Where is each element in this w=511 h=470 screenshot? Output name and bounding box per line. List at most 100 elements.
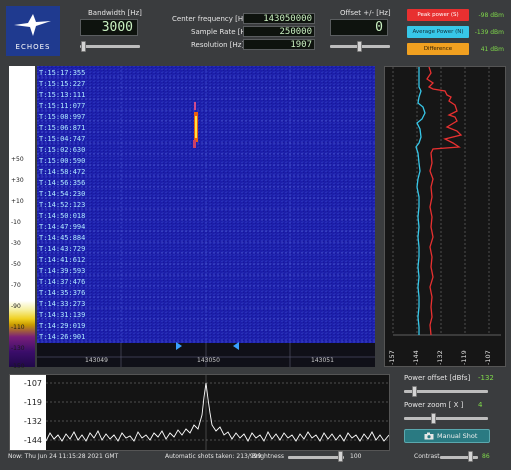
average-power-value: -139 dBm [474, 29, 504, 36]
power-zoom-slider-thumb[interactable] [431, 413, 436, 424]
bandwidth-display: 3000 [80, 19, 138, 36]
timestamp-label: T:14:33:273 [39, 300, 86, 308]
timestamp-label: T:14:45:884 [39, 234, 86, 242]
frequency-tick-label: 143049 [85, 357, 108, 364]
power-plot-tick-label: -157 [388, 350, 396, 365]
center-frequency-label: Center frequency [Hz] [172, 15, 250, 23]
brightness-value: 100 [350, 453, 362, 460]
average-power-legend: Average Power (N) [407, 26, 469, 38]
power-plot: -157 -144 -132 -119 -107 [384, 66, 506, 367]
offset-label: Offset +/- [Hz] [340, 9, 391, 17]
waterfall-svg [37, 66, 375, 367]
colorbar-tick-label: -10 [11, 219, 21, 226]
colorbar-tick-label: -50 [11, 261, 21, 268]
power-zoom-label: Power zoom [ X ] [404, 401, 464, 409]
bandwidth-label: Bandwidth [Hz] [88, 9, 142, 17]
power-plot-tick-label: -119 [460, 350, 468, 365]
average-power-trace [415, 67, 426, 335]
spectrum-y-tick-label: -144 [23, 436, 42, 445]
colorbar-tick-label: -70 [11, 282, 21, 289]
peak-power-trace [426, 67, 463, 336]
colorbar-tick-label: -90 [11, 303, 21, 310]
timestamp-label: T:14:50:018 [39, 212, 86, 220]
spectrum-svg [45, 375, 389, 450]
brightness-slider-track[interactable] [288, 456, 344, 459]
logo-comet-icon [14, 14, 51, 36]
logo-text: ECHOES [15, 43, 51, 51]
contrast-slider-thumb[interactable] [468, 451, 473, 462]
colorbar-tick-label: +50 [11, 156, 24, 163]
peak-power-value: -98 dBm [478, 12, 504, 19]
timestamp-label: T:15:11:077 [39, 102, 86, 110]
timestamp-label: T:14:26:901 [39, 333, 86, 341]
spectrum-y-tick-label: -132 [23, 417, 42, 426]
timestamp-label: T:15:13:111 [39, 91, 86, 99]
timestamp-label: T:14:35:376 [39, 289, 86, 297]
timestamp-label: T:15:00:590 [39, 157, 86, 165]
power-zoom-slider-track[interactable] [404, 417, 488, 420]
frequency-tick-label: 143051 [311, 357, 334, 364]
center-frequency-display: 143050000 [243, 13, 315, 24]
colorbar-tick-label: -110 [11, 324, 25, 331]
bandwidth-slider-track[interactable] [80, 45, 140, 48]
power-zoom-value: 4 [478, 401, 483, 409]
colorbar-tick-label: -130 [11, 345, 25, 352]
contrast-value: 86 [482, 453, 490, 460]
timestamp-label: T:14:43:729 [39, 245, 86, 253]
contrast-label: Contrast [414, 453, 440, 460]
status-automatic-shots: Automatic shots taken: 213/999 [165, 453, 262, 460]
timestamp-label: T:15:15:227 [39, 80, 86, 88]
power-offset-slider-thumb[interactable] [412, 386, 417, 397]
echoes-logo: ECHOES [6, 6, 60, 56]
manual-shot-label: Manual Shot [437, 432, 478, 440]
meteor-trace-faint [194, 102, 196, 110]
difference-value: 41 dBm [480, 46, 504, 53]
timestamp-label: T:15:02:630 [39, 146, 86, 154]
timestamp-label: T:15:17:355 [39, 69, 86, 77]
spectrum-y-tick-label: -107 [23, 379, 42, 388]
power-offset-value: -132 [478, 374, 494, 382]
resolution-label: Resolution [Hz] [191, 41, 245, 49]
power-plot-tick-label: -107 [484, 350, 492, 365]
timestamp-label: T:14:37:476 [39, 278, 86, 286]
timestamp-label: T:14:31:139 [39, 311, 86, 319]
offset-slider-thumb[interactable] [357, 41, 362, 52]
brightness-slider-thumb[interactable] [338, 451, 343, 462]
difference-legend: Difference [407, 43, 469, 55]
timestamp-label: T:14:41:612 [39, 256, 86, 264]
meteor-trace-core [195, 116, 197, 138]
brightness-label: Brightness [252, 453, 284, 460]
timestamp-label: T:14:39:593 [39, 267, 86, 275]
power-plot-svg [392, 67, 501, 336]
bandwidth-slider-thumb[interactable] [81, 41, 86, 52]
manual-shot-button[interactable]: Manual Shot [404, 429, 490, 443]
timestamp-label: T:14:56:356 [39, 179, 86, 187]
colorbar-tick-label: +30 [11, 177, 24, 184]
power-plot-tick-label: -132 [436, 350, 444, 365]
sample-rate-display: 250000 [243, 26, 315, 37]
camera-icon [424, 432, 434, 440]
offset-display: 0 [330, 19, 388, 36]
timestamp-label: T:14:29:019 [39, 322, 86, 330]
waterfall-display: T:15:17:355 T:15:15:227 T:15:13:111 T:15:11… [37, 66, 375, 367]
timestamp-label: T:14:58:472 [39, 168, 86, 176]
colorbar-tick-label: +10 [11, 198, 24, 205]
meteor-trace-tail [193, 140, 196, 148]
colorbar-tick-label: -30 [11, 240, 21, 247]
resolution-display: 1907 [243, 39, 315, 50]
timestamp-label: T:14:52:123 [39, 201, 86, 209]
echoes-window: ECHOES Bandwidth [Hz] 3000 Center freque… [0, 0, 511, 470]
power-offset-label: Power offset [dBfs] [404, 374, 471, 382]
spectrum-y-tick-label: -119 [23, 398, 42, 407]
peak-power-legend: Peak power (S) [407, 9, 469, 21]
timestamp-label: T:15:08:997 [39, 113, 86, 121]
frequency-tick-label: 143050 [197, 357, 220, 364]
colorbar [9, 66, 35, 367]
status-now: Now: Thu Jun 24 11:15:28 2021 GMT [8, 453, 119, 460]
timestamp-label: T:14:47:994 [39, 223, 86, 231]
timestamp-label: T:15:06:871 [39, 124, 86, 132]
timestamp-label: T:14:54:230 [39, 190, 86, 198]
timestamp-label: T:15:04:747 [39, 135, 86, 143]
colorbar-tick-label: -150 [11, 363, 25, 370]
spectrum-plot: -107 -119 -132 -144 [9, 374, 390, 451]
